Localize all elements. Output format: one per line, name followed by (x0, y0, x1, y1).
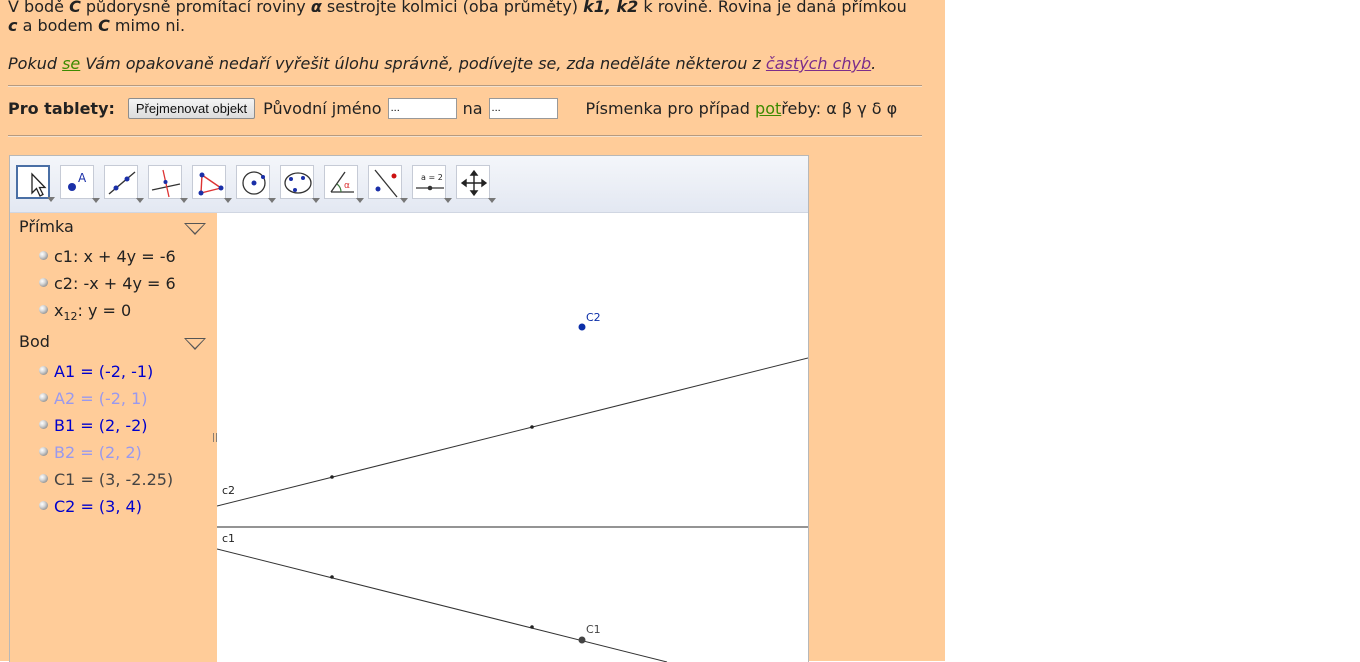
point-B1[interactable] (530, 625, 534, 629)
point-C1[interactable] (578, 636, 586, 644)
chevron-down-icon (47, 197, 55, 202)
original-name-input[interactable] (387, 97, 457, 119)
geogebra-applet: A α a = 2 Přímka c1: x + 4y = -6 c2: -x … (9, 155, 809, 662)
visibility-toggle-icon[interactable] (39, 366, 48, 375)
chevron-down-icon (136, 198, 144, 203)
visibility-toggle-icon[interactable] (39, 251, 48, 260)
slider-icon: a = 2 (416, 173, 444, 191)
circle-tool-button[interactable] (236, 165, 276, 203)
graphics-canvas[interactable]: c2 c1 C2 C1 (216, 213, 808, 662)
page-background: V bodě C půdorysně promítací roviny α se… (0, 0, 945, 662)
algebra-item-A2[interactable]: A2 = (-2, 1) (39, 389, 148, 409)
cursor-arrow-icon (31, 172, 47, 197)
label-c1: c1 (222, 532, 235, 545)
algebra-item-A1[interactable]: A1 = (-2, -1) (39, 362, 153, 382)
polygon-tool-button[interactable] (192, 165, 232, 203)
point-tool-button[interactable]: A (60, 165, 100, 203)
point-A1[interactable] (330, 575, 334, 579)
reflect-icon (374, 169, 398, 198)
ellipse-icon (284, 172, 312, 194)
chevron-down-icon (92, 198, 100, 203)
geogebra-toolbar: A α a = 2 (10, 156, 808, 213)
algebra-item-c2[interactable]: c2: -x + 4y = 6 (39, 274, 176, 294)
tablet-rename-row: Pro tablety: Přejmenovat objekt Původní … (8, 95, 897, 121)
graphics-view[interactable]: c2 c1 C2 C1 (216, 213, 808, 662)
reflect-tool-button[interactable] (368, 165, 408, 203)
visibility-toggle-icon[interactable] (39, 305, 48, 314)
angle-tool-button[interactable]: α (324, 165, 364, 203)
svg-text:α: α (344, 181, 350, 191)
point-icon: A (68, 171, 87, 191)
angle-icon: α (330, 171, 354, 193)
slider-tool-label: a = 2 (421, 173, 443, 182)
move-tool-button[interactable] (16, 165, 55, 202)
group-header-bod[interactable]: Bod (19, 332, 50, 351)
chevron-down-icon (180, 198, 188, 203)
chevron-down-icon (224, 198, 232, 203)
algebra-item-c1[interactable]: c1: x + 4y = -6 (39, 247, 176, 267)
chevron-down-icon (312, 198, 320, 203)
line-icon (108, 171, 136, 195)
conic-tool-button[interactable] (280, 165, 320, 203)
label-C2: C2 (586, 311, 601, 324)
line-tool-button[interactable] (104, 165, 144, 203)
algebra-item-C2[interactable]: C2 = (3, 4) (39, 497, 142, 517)
point-B2[interactable] (530, 425, 534, 429)
visibility-toggle-icon[interactable] (39, 474, 48, 483)
algebra-view: Přímka c1: x + 4y = -6 c2: -x + 4y = 6 x… (10, 213, 209, 662)
visibility-toggle-icon[interactable] (39, 501, 48, 510)
new-name-label: na (462, 98, 483, 118)
common-mistakes-link[interactable]: častých chyb (766, 54, 871, 73)
label-c2: c2 (222, 484, 235, 497)
original-name-label: Původní jméno (263, 98, 382, 118)
chevron-down-icon (444, 198, 452, 203)
point-C2[interactable] (578, 323, 586, 331)
hint-text: Pokud se Vám opakovaně nedaří vyřešit úl… (8, 54, 877, 73)
group-header-primka[interactable]: Přímka (19, 217, 74, 236)
point-A2[interactable] (330, 475, 334, 479)
chevron-down-icon (400, 198, 408, 203)
perpendicular-k-label: k1, k2 (583, 0, 639, 16)
algebra-item-x12[interactable]: x12: y = 0 (39, 301, 131, 323)
collapse-triangle-icon[interactable] (184, 223, 206, 235)
greek-letters-text: Písmenka pro případ potřeby: α β γ δ φ (585, 98, 898, 118)
point-C-label-2: C (98, 16, 110, 35)
task-text: V bodě C půdorysně promítací roviny α se… (8, 0, 928, 35)
point-C-label: C (69, 0, 81, 16)
circle-icon (242, 171, 266, 195)
spellcheck-word-se: se (62, 54, 81, 73)
label-C1: C1 (586, 623, 601, 636)
chevron-down-icon (356, 198, 364, 203)
visibility-toggle-icon[interactable] (39, 447, 48, 456)
polygon-icon (198, 172, 224, 196)
chevron-down-icon (488, 198, 496, 203)
tablet-label: Pro tablety: (8, 98, 115, 118)
chevron-down-icon (268, 198, 276, 203)
visibility-toggle-icon[interactable] (39, 420, 48, 429)
divider-bottom (8, 135, 922, 137)
algebra-item-B1[interactable]: B1 = (2, -2) (39, 416, 148, 436)
move-graphics-tool-button[interactable] (456, 165, 496, 203)
algebra-item-B2[interactable]: B2 = (2, 2) (39, 443, 142, 463)
move-cross-icon (460, 169, 488, 197)
perpendicular-line-tool-button[interactable] (148, 165, 188, 203)
slider-tool-button[interactable]: a = 2 (412, 165, 452, 203)
algebra-item-C1[interactable]: C1 = (3, -2.25) (39, 470, 173, 490)
line-c2[interactable] (216, 357, 808, 507)
visibility-toggle-icon[interactable] (39, 278, 48, 287)
perpendicular-line-icon (151, 169, 181, 198)
visibility-toggle-icon[interactable] (39, 393, 48, 402)
new-name-input[interactable] (488, 97, 558, 119)
plane-alpha-label: α (310, 0, 322, 16)
rename-object-button[interactable]: Přejmenovat objekt (127, 97, 256, 119)
collapse-triangle-icon[interactable] (184, 338, 206, 350)
svg-text:A: A (78, 171, 87, 185)
line-c1[interactable] (216, 548, 668, 662)
divider-top (8, 85, 922, 87)
